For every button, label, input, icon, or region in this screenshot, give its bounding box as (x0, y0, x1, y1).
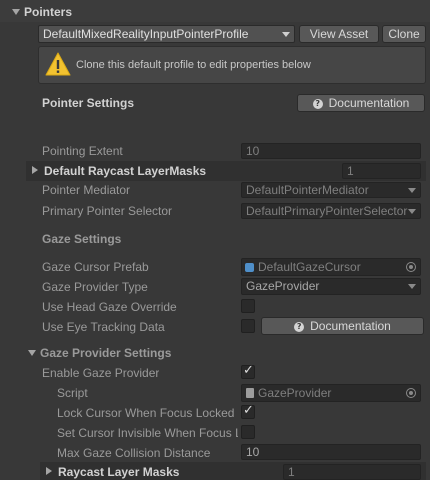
collapse-triangle-icon[interactable] (12, 9, 20, 15)
clone-button[interactable]: Clone (382, 25, 426, 43)
gaze-documentation-button[interactable]: ? Documentation (261, 317, 424, 335)
pointer-mediator-value: DefaultPointerMediator (246, 183, 369, 197)
expand-triangle-icon[interactable] (32, 166, 38, 174)
primary-selector-value: DefaultPrimaryPointerSelector (246, 204, 408, 218)
object-picker-icon[interactable] (406, 388, 416, 398)
gaze-provider-type-value: GazeProvider (246, 279, 320, 293)
profile-dropdown[interactable]: DefaultMixedRealityInputPointerProfile (38, 25, 295, 43)
script-label: Script (57, 386, 88, 400)
object-picker-icon[interactable] (406, 262, 416, 272)
warning-text: Clone this default profile to edit prope… (76, 59, 311, 71)
chevron-down-icon (408, 188, 416, 193)
primary-selector-dropdown[interactable]: DefaultPrimaryPointerSelector (241, 203, 421, 219)
pointer-documentation-button[interactable]: ? Documentation (297, 94, 425, 112)
eye-tracking-checkbox[interactable] (241, 319, 255, 333)
enable-gaze-provider-label: Enable Gaze Provider (42, 366, 160, 380)
max-distance-label: Max Gaze Collision Distance (57, 446, 211, 460)
view-asset-button[interactable]: View Asset (299, 25, 379, 43)
pointing-extent-label: Pointing Extent (42, 144, 123, 158)
script-field[interactable]: GazeProvider (241, 384, 421, 402)
pointers-header[interactable]: Pointers (0, 0, 430, 22)
gaze-cursor-prefab-field[interactable]: DefaultGazeCursor (241, 258, 421, 276)
raycast-masks-label: Raycast Layer Masks (58, 465, 180, 479)
lock-cursor-label: Lock Cursor When Focus Locked (57, 406, 235, 420)
eye-tracking-label: Use Eye Tracking Data (42, 320, 165, 334)
gaze-provider-settings-title: Gaze Provider Settings (40, 346, 172, 360)
section-title: Pointers (24, 5, 73, 19)
profile-dropdown-value: DefaultMixedRealityInputPointerProfile (43, 27, 249, 41)
pointer-settings-title: Pointer Settings (42, 96, 135, 110)
cursor-invisible-checkbox[interactable] (241, 425, 255, 439)
help-icon: ? (312, 98, 323, 109)
pointing-extent-field[interactable]: 10 (241, 143, 421, 159)
expand-triangle-icon[interactable] (46, 467, 52, 475)
gaze-settings-title: Gaze Settings (42, 232, 122, 246)
raycast-masks-field[interactable]: 1 (283, 464, 421, 480)
enable-gaze-provider-checkbox[interactable] (241, 363, 255, 379)
collapse-triangle-icon[interactable] (28, 350, 36, 356)
head-gaze-override-checkbox[interactable] (241, 299, 255, 313)
help-icon: ? (294, 321, 305, 332)
chevron-down-icon (408, 284, 416, 289)
gaze-cursor-prefab-label: Gaze Cursor Prefab (42, 260, 149, 274)
pointer-mediator-label: Pointer Mediator (42, 183, 131, 197)
prefab-icon (245, 263, 254, 272)
head-gaze-override-label: Use Head Gaze Override (42, 300, 177, 314)
cursor-invisible-label: Set Cursor Invisible When Focus Locked (57, 426, 238, 440)
chevron-down-icon (408, 209, 416, 214)
chevron-down-icon (282, 32, 290, 37)
gaze-cursor-prefab-value: DefaultGazeCursor (258, 260, 361, 274)
default-raycast-masks-label: Default Raycast LayerMasks (44, 164, 207, 178)
max-distance-field[interactable]: 10 (241, 444, 421, 460)
script-icon (246, 388, 254, 398)
gaze-provider-type-label: Gaze Provider Type (42, 280, 148, 294)
warning-icon (45, 52, 71, 76)
gaze-provider-type-dropdown[interactable]: GazeProvider (241, 278, 421, 295)
pointer-documentation-label: Documentation (328, 96, 410, 110)
primary-selector-label: Primary Pointer Selector (42, 204, 173, 218)
pointer-mediator-dropdown[interactable]: DefaultPointerMediator (241, 182, 421, 198)
default-raycast-masks-field[interactable]: 1 (342, 163, 421, 179)
warning-box: Clone this default profile to edit prope… (38, 46, 426, 84)
lock-cursor-checkbox[interactable] (241, 403, 255, 419)
gaze-documentation-label: Documentation (310, 319, 391, 333)
script-value: GazeProvider (258, 386, 332, 400)
